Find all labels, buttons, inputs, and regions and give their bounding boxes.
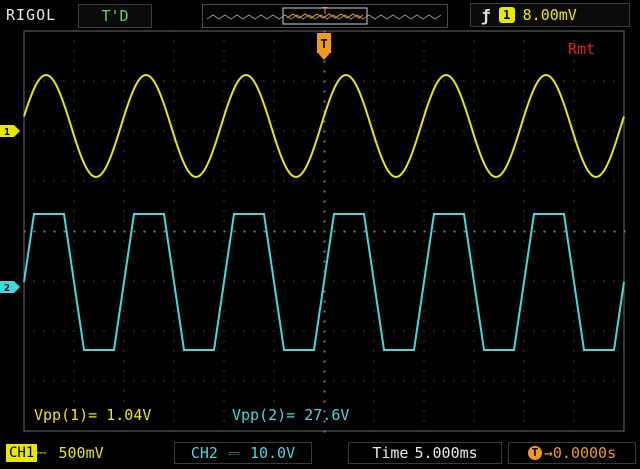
graticule-grid xyxy=(23,30,626,433)
trigger-position-marker[interactable]: T xyxy=(317,33,331,60)
svg-text:2: 2 xyxy=(4,283,10,294)
measurement-vpp-ch1: Vpp(1)= 1.04V xyxy=(34,406,152,424)
ch2-ground-marker[interactable]: 2 xyxy=(0,281,20,294)
measurement-vpp-ch2: Vpp(2)= 27.6V xyxy=(232,406,350,424)
oscilloscope-screen: RIGOL T'D T ƒ 1 8.00mV T 1 2 Rmt Vpp(1)=… xyxy=(0,0,640,469)
time-base-value: 5.000ms xyxy=(414,444,478,462)
dc-coupling-icon: ⎓ xyxy=(227,444,240,462)
trigger-offset-icon: T xyxy=(527,446,542,460)
dc-coupling-icon: ⎓ xyxy=(35,445,47,461)
timebase-settings[interactable]: Time 5.000ms xyxy=(348,442,502,464)
ch2-settings[interactable]: CH2 ⎓ 10.0V xyxy=(174,442,312,464)
trigger-offset[interactable]: T →0.0000s xyxy=(508,442,636,464)
settings-bar: CH1 ⎓ 500mV CH2 ⎓ 10.0V Time 5.000ms T →… xyxy=(0,438,640,469)
svg-text:T: T xyxy=(320,37,327,51)
remote-indicator: Rmt xyxy=(568,40,596,58)
ch1-scale: 500mV xyxy=(58,444,104,462)
ch2-label: CH2 xyxy=(190,444,218,462)
trigger-offset-value: →0.0000s xyxy=(543,444,617,462)
waveform-display: T 1 2 xyxy=(0,30,626,433)
time-label: Time xyxy=(372,444,409,462)
svg-text:1: 1 xyxy=(4,127,10,138)
ch2-scale: 10.0V xyxy=(249,444,296,462)
ch1-label: CH1 xyxy=(6,444,38,462)
ch1-settings[interactable]: CH1 ⎓ 500mV xyxy=(6,442,160,464)
ch2-waveform xyxy=(23,213,625,351)
ch1-ground-marker[interactable]: 1 xyxy=(0,125,20,138)
